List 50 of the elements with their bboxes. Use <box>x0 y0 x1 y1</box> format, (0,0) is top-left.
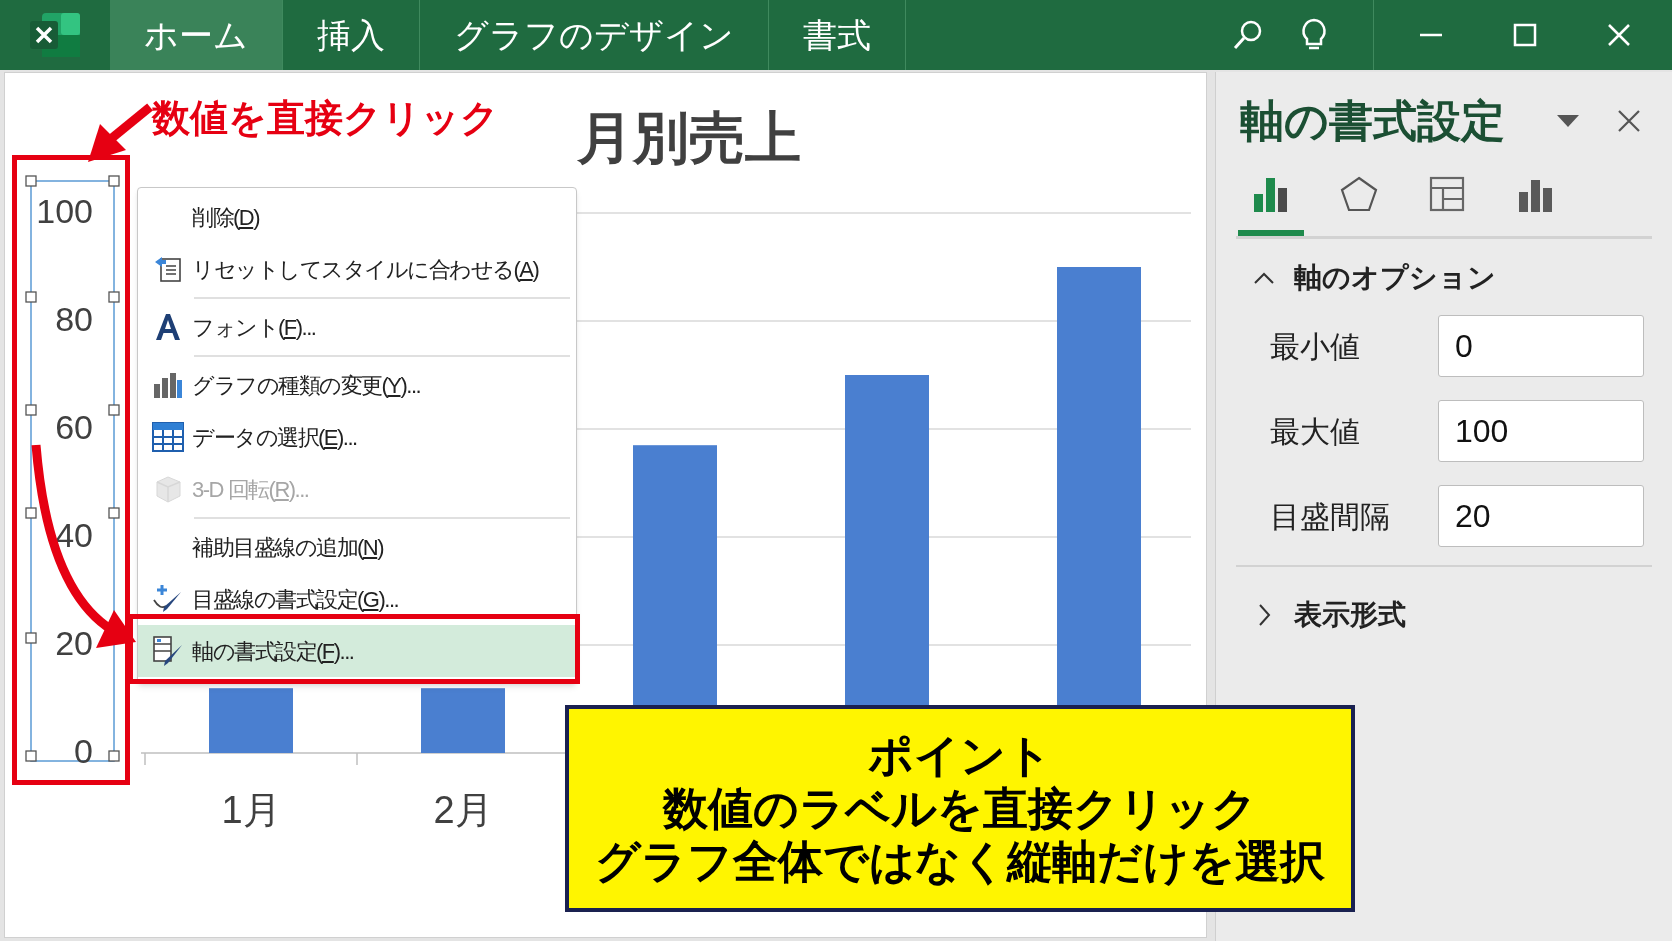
ribbon-tab[interactable]: 書式 <box>769 0 906 70</box>
spreadsheet-app-icon[interactable] <box>28 11 82 59</box>
dropdown-triangle-icon[interactable] <box>1556 114 1580 128</box>
font-icon <box>153 312 183 342</box>
field-label: 最小値 <box>1269 328 1361 365</box>
note-text: 数値のラベルを直接クリック <box>663 781 1257 836</box>
axis-label: 80 <box>55 300 93 338</box>
axis-label: 60 <box>55 408 93 446</box>
gridline-brush-icon <box>152 584 184 614</box>
layout-grid-icon <box>1427 174 1467 214</box>
ribbon-tab[interactable]: グラフのデザイン <box>420 0 769 70</box>
category-label: 1月 <box>221 789 281 831</box>
field-label: 最大値 <box>1269 413 1361 450</box>
category-label: 2月 <box>433 789 493 831</box>
input-field[interactable]: 20 <box>1438 485 1644 547</box>
menu-item[interactable]: 削除(D) <box>138 191 576 243</box>
chart-title: 月別売上 <box>577 106 801 169</box>
ribbon-tab[interactable]: 挿入 <box>283 0 420 70</box>
note-title: ポイント <box>868 728 1052 782</box>
pentagon-icon <box>1339 174 1379 214</box>
cube-icon <box>153 474 183 504</box>
chevron-up-icon[interactable] <box>1253 271 1275 285</box>
axis-label: 100 <box>36 192 93 230</box>
chevron-right-icon[interactable] <box>1257 603 1271 627</box>
pane-title: 軸の書式設定 <box>1239 95 1505 147</box>
axis-selection-frame[interactable] <box>25 175 120 762</box>
bar-chart-icon <box>153 370 183 400</box>
menu-item[interactable]: 目盛線の書式設定(G)... <box>138 573 576 625</box>
menu-item[interactable]: 補助目盛線の追加(N) <box>138 521 576 573</box>
axis-label: 40 <box>55 516 93 554</box>
close-icon[interactable] <box>1616 108 1642 134</box>
note-text: グラフ全体ではなく縦軸だけを選択 <box>595 835 1325 889</box>
annotation-arrow <box>88 103 153 162</box>
reset-style-icon <box>153 254 183 284</box>
axis-label: 20 <box>55 624 93 662</box>
maximize-icon[interactable] <box>1512 22 1538 48</box>
menu-item[interactable]: 軸の書式設定(F)... <box>138 625 576 677</box>
section-header[interactable]: 表示形式 <box>1294 594 1406 636</box>
table-icon <box>152 422 184 452</box>
input-field[interactable]: 100 <box>1438 400 1644 462</box>
callout-text: 数値を直接クリック <box>152 96 499 141</box>
menu-item[interactable]: グラフの種類の変更(Y)... <box>138 359 576 411</box>
section-header[interactable]: 軸のオプション <box>1294 257 1496 299</box>
input-field[interactable]: 0 <box>1438 315 1644 377</box>
menu-item[interactable]: リセットしてスタイルに合わせる(A) <box>138 243 576 295</box>
menu-item[interactable]: データの選択(E)... <box>138 411 576 463</box>
axis-format-icon <box>152 635 184 667</box>
menu-item[interactable]: フォント(F)... <box>138 301 576 353</box>
ribbon-tab[interactable]: ホーム <box>110 0 283 70</box>
field-label: 目盛間隔 <box>1269 498 1391 535</box>
